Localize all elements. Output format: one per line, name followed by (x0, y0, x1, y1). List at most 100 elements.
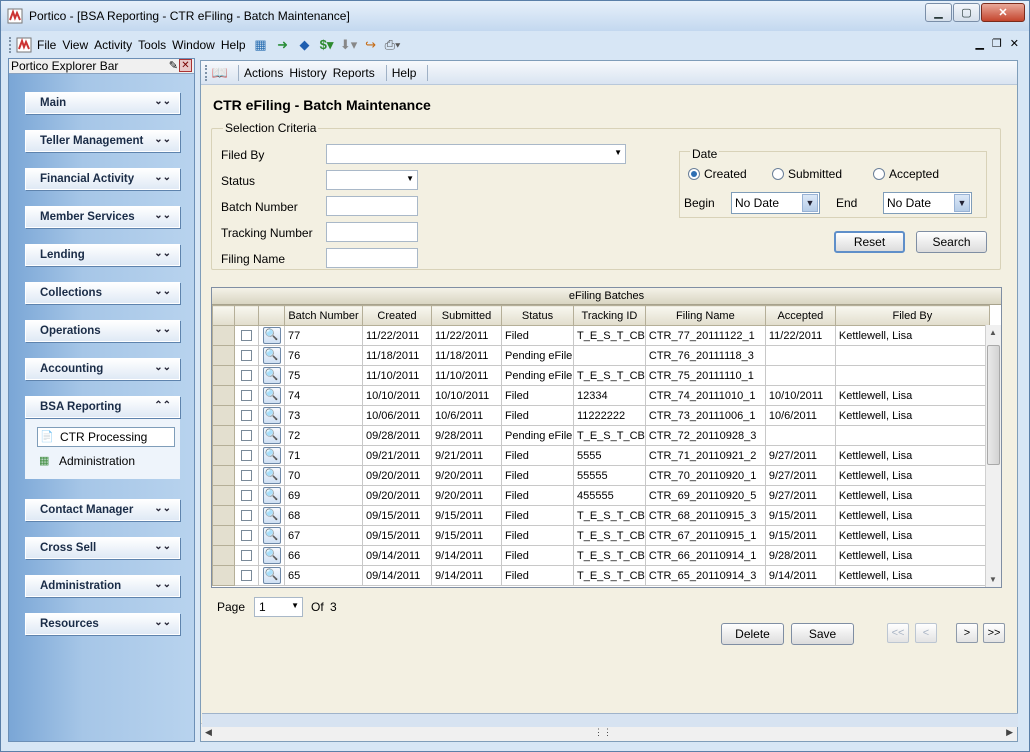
reset-button[interactable]: Reset (834, 231, 905, 253)
column-header[interactable]: Tracking ID (573, 305, 646, 326)
view-batch-button[interactable]: 🔍 (258, 325, 285, 346)
group-contact-manager[interactable]: Contact Manager ⌄⌄ (25, 499, 180, 521)
column-header[interactable]: Submitted (431, 305, 502, 326)
group-administration[interactable]: Administration ⌄⌄ (25, 575, 180, 597)
view-batch-button[interactable]: 🔍 (258, 425, 285, 446)
delete-button[interactable]: Delete (721, 623, 784, 645)
status-select[interactable]: ▼ (326, 170, 418, 190)
menu-tools[interactable]: Tools (138, 38, 166, 52)
table-row[interactable]: 🔍 65 09/14/2011 9/14/2011 Filed T_E_S_T_CB CTR… (212, 565, 990, 586)
view-batch-button[interactable]: 🔍 (258, 365, 285, 386)
table-row[interactable]: 🔍 76 11/18/2011 11/18/2011 Pending eFile CTR_… (212, 345, 990, 366)
mdi-close-icon[interactable]: ✕ (1010, 37, 1019, 50)
group-main[interactable]: Main ⌄⌄ (25, 92, 180, 114)
table-row[interactable]: 🔍 75 11/10/2011 11/10/2011 Pending eFile T_E_… (212, 365, 990, 386)
menu-reports[interactable]: Reports (333, 66, 375, 80)
view-batch-button[interactable]: 🔍 (258, 485, 285, 506)
grid-vertical-scrollbar[interactable]: ▲ ▼ (985, 325, 1001, 587)
row-header[interactable] (212, 485, 235, 506)
row-select-checkbox[interactable] (234, 325, 259, 346)
nav-item-administration[interactable]: ▦ Administration (39, 451, 135, 471)
view-batch-button[interactable]: 🔍 (258, 345, 285, 366)
menu-help[interactable]: Help (221, 38, 246, 52)
view-batch-button[interactable]: 🔍 (258, 525, 285, 546)
radio-accepted[interactable]: Accepted (873, 167, 939, 181)
row-select-checkbox[interactable] (234, 445, 259, 466)
explorer-close-icon[interactable]: ✕ (179, 59, 192, 72)
filing-name-input[interactable] (326, 248, 418, 268)
forward-arrow-icon[interactable]: ↪ (362, 37, 380, 53)
group-resources[interactable]: Resources ⌄⌄ (25, 613, 180, 635)
menu-history[interactable]: History (289, 66, 326, 80)
view-batch-button[interactable]: 🔍 (258, 565, 285, 586)
mdi-minimize-icon[interactable]: ▁ (975, 37, 983, 50)
row-header[interactable] (212, 325, 235, 346)
book-icon[interactable]: 📖 (211, 65, 229, 81)
row-select-checkbox[interactable] (234, 345, 259, 366)
group-financial-activity[interactable]: Financial Activity ⌄⌄ (25, 168, 180, 190)
first-page-button[interactable]: << (887, 623, 909, 643)
radio-created[interactable]: Created (688, 167, 747, 181)
menu-window[interactable]: Window (172, 38, 215, 52)
row-header[interactable] (212, 445, 235, 466)
row-select-checkbox[interactable] (234, 385, 259, 406)
table-row[interactable]: 🔍 70 09/20/2011 9/20/2011 Filed 55555 CTR_70_2… (212, 465, 990, 486)
row-select-checkbox[interactable] (234, 545, 259, 566)
column-header[interactable]: Status (501, 305, 574, 326)
column-header[interactable]: Created (362, 305, 432, 326)
column-header[interactable]: Filed By (834, 305, 990, 326)
menu-actions[interactable]: Actions (244, 66, 283, 80)
table-row[interactable]: 🔍 68 09/15/2011 9/15/2011 Filed T_E_S_T_CB CTR… (212, 505, 990, 526)
view-batch-button[interactable]: 🔍 (258, 405, 285, 426)
row-header[interactable] (212, 385, 235, 406)
group-member-services[interactable]: Member Services ⌄⌄ (25, 206, 180, 228)
download-icon[interactable]: ⬇▾ (340, 37, 358, 53)
table-row[interactable]: 🔍 73 10/06/2011 10/6/2011 Filed 11222222 CTR_7… (212, 405, 990, 426)
menu-activity[interactable]: Activity (94, 38, 132, 52)
scroll-right-icon[interactable]: ▶ (1006, 727, 1013, 738)
mdi-restore-icon[interactable]: ❐ (992, 37, 1002, 50)
row-header[interactable] (212, 365, 235, 386)
view-batch-button[interactable]: 🔍 (258, 505, 285, 526)
row-select-checkbox[interactable] (234, 525, 259, 546)
row-header[interactable] (212, 345, 235, 366)
printer-icon[interactable]: ⎙▾ (384, 37, 402, 53)
view-batch-button[interactable]: 🔍 (258, 545, 285, 566)
pin-icon[interactable]: ✎ (169, 59, 178, 72)
row-select-checkbox[interactable] (234, 565, 259, 586)
next-page-button[interactable]: > (956, 623, 978, 643)
row-select-checkbox[interactable] (234, 365, 259, 386)
group-bsa-reporting[interactable]: BSA Reporting ⌃⌃ (25, 396, 180, 418)
table-row[interactable]: 🔍 67 09/15/2011 9/15/2011 Filed T_E_S_T_CB CTR… (212, 525, 990, 546)
batch-number-input[interactable] (326, 196, 418, 216)
table-row[interactable]: 🔍 71 09/21/2011 9/21/2011 Filed 5555 CTR_71_20… (212, 445, 990, 466)
group-cross-sell[interactable]: Cross Sell ⌄⌄ (25, 537, 180, 559)
row-header[interactable] (212, 545, 235, 566)
group-teller-management[interactable]: Teller Management ⌄⌄ (25, 130, 180, 152)
group-collections[interactable]: Collections ⌄⌄ (25, 282, 180, 304)
row-select-checkbox[interactable] (234, 405, 259, 426)
table-row[interactable]: 🔍 69 09/20/2011 9/20/2011 Filed 455555 CTR_69_… (212, 485, 990, 506)
group-accounting[interactable]: Accounting ⌄⌄ (25, 358, 180, 380)
row-select-checkbox[interactable] (234, 465, 259, 486)
row-header[interactable] (212, 505, 235, 526)
view-batch-button[interactable]: 🔍 (258, 465, 285, 486)
menu-file[interactable]: File (37, 38, 56, 52)
scroll-left-icon[interactable]: ◀ (205, 727, 212, 738)
filed-by-select[interactable]: ▼ (326, 144, 626, 164)
search-button[interactable]: Search (916, 231, 987, 253)
row-header[interactable] (212, 565, 235, 586)
close-button[interactable]: ✕ (981, 3, 1025, 22)
menu-view[interactable]: View (62, 38, 88, 52)
view-batch-button[interactable]: 🔍 (258, 385, 285, 406)
scrollbar-thumb[interactable] (987, 345, 1000, 465)
column-header[interactable]: Accepted (764, 305, 836, 326)
column-header[interactable]: Batch Number (284, 305, 363, 326)
row-select-checkbox[interactable] (234, 425, 259, 446)
save-button[interactable]: Save (791, 623, 854, 645)
prev-page-button[interactable]: < (915, 623, 937, 643)
row-header[interactable] (212, 405, 235, 426)
table-row[interactable]: 🔍 77 11/22/2011 11/22/2011 Filed T_E_S_T_CB CT… (212, 325, 990, 346)
menu-form-help[interactable]: Help (392, 66, 417, 80)
table-row[interactable]: 🔍 74 10/10/2011 10/10/2011 Filed 12334 CTR_74_… (212, 385, 990, 406)
